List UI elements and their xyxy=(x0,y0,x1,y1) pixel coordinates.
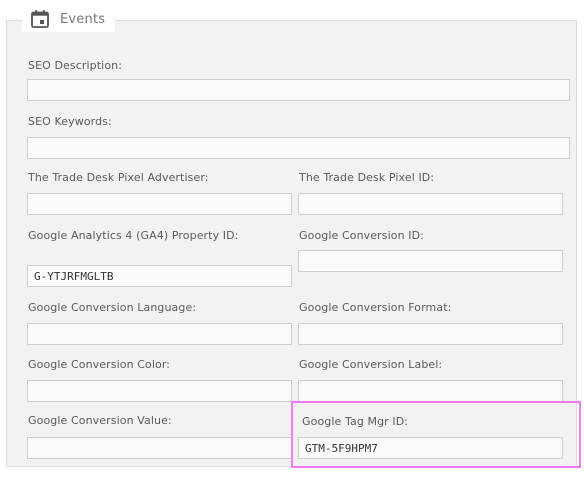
gtm-id-label: Google Tag Mgr ID: xyxy=(302,415,409,428)
ttd-pixel-id-label: The Trade Desk Pixel ID: xyxy=(299,171,435,184)
google-conversion-format-label: Google Conversion Format: xyxy=(299,301,452,314)
google-conversion-label-input[interactable] xyxy=(298,380,563,402)
google-conversion-id-input[interactable] xyxy=(298,250,563,272)
gtm-id-input[interactable] xyxy=(298,437,563,459)
seo-keywords-label: SEO Keywords: xyxy=(28,115,112,128)
google-conversion-value-label: Google Conversion Value: xyxy=(28,414,172,427)
google-conversion-color-label: Google Conversion Color: xyxy=(28,358,171,371)
ga4-property-id-label: Google Analytics 4 (GA4) Property ID: xyxy=(28,229,239,242)
google-conversion-color-input[interactable] xyxy=(27,380,292,402)
google-conversion-format-input[interactable] xyxy=(298,323,563,345)
ttd-pixel-id-input[interactable] xyxy=(298,193,563,215)
google-conversion-language-label: Google Conversion Language: xyxy=(28,301,197,314)
google-conversion-value-input[interactable] xyxy=(27,437,292,459)
google-conversion-id-label: Google Conversion ID: xyxy=(299,229,424,242)
ttd-advertiser-input[interactable] xyxy=(27,193,292,215)
seo-keywords-input[interactable] xyxy=(27,137,570,159)
ga4-property-id-input[interactable] xyxy=(27,265,292,287)
seo-description-input[interactable] xyxy=(27,79,570,101)
google-conversion-language-input[interactable] xyxy=(27,323,292,345)
calendar-icon xyxy=(30,9,50,29)
section-header: Events xyxy=(22,6,116,32)
google-conversion-label-label: Google Conversion Label: xyxy=(299,358,443,371)
seo-description-label: SEO Description: xyxy=(28,59,123,72)
section-title: Events xyxy=(60,11,106,27)
ttd-advertiser-label: The Trade Desk Pixel Advertiser: xyxy=(28,171,209,184)
